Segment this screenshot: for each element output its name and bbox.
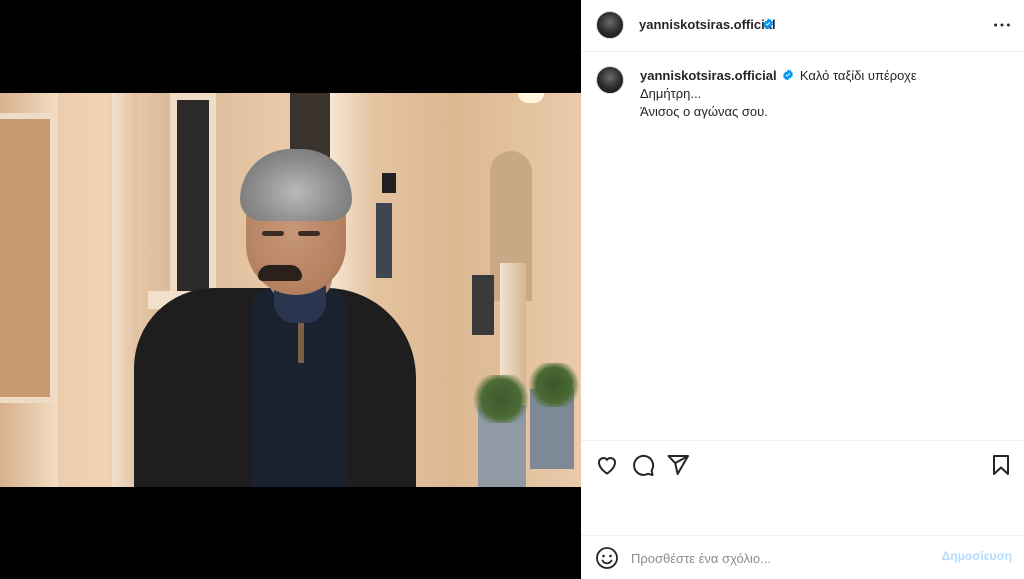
post-header: yanniskotsiras.official [581, 0, 1024, 52]
author-username[interactable]: yanniskotsiras.official [639, 17, 776, 32]
author-avatar[interactable] [596, 11, 624, 39]
bookmark-icon[interactable] [989, 453, 1013, 477]
comment-input[interactable] [631, 548, 931, 568]
photo-man-mustache [258, 265, 302, 281]
share-icon[interactable] [666, 453, 690, 477]
photo-man-zipper [298, 323, 304, 363]
post-comment-button[interactable]: Δημοσίευση [942, 549, 1012, 563]
comment-bar: Δημοσίευση [581, 535, 1024, 579]
caption-author-avatar[interactable] [596, 66, 624, 94]
verified-badge-icon [763, 18, 773, 30]
post-caption: yanniskotsiras.official Καλό ταξίδι υπέρ… [640, 67, 970, 121]
post-actions-bar [581, 440, 1024, 488]
verified-badge-icon [783, 69, 794, 81]
post-photo[interactable] [0, 93, 581, 487]
photo-man-hair [240, 149, 352, 221]
caption-line-2: Άνισος ο αγώνας σου. [640, 104, 768, 119]
photo-man [0, 93, 581, 487]
heart-icon[interactable] [595, 453, 619, 477]
post-details-panel: yanniskotsiras.official yanniskotsiras.o… [581, 0, 1024, 579]
post-media[interactable] [0, 0, 581, 579]
caption-author-username[interactable]: yanniskotsiras.official [640, 68, 777, 83]
photo-man-brow [298, 231, 320, 236]
emoji-icon[interactable] [595, 546, 619, 570]
more-options-icon[interactable] [991, 14, 1013, 36]
comment-icon[interactable] [631, 453, 655, 477]
photo-man-brow [262, 231, 284, 236]
